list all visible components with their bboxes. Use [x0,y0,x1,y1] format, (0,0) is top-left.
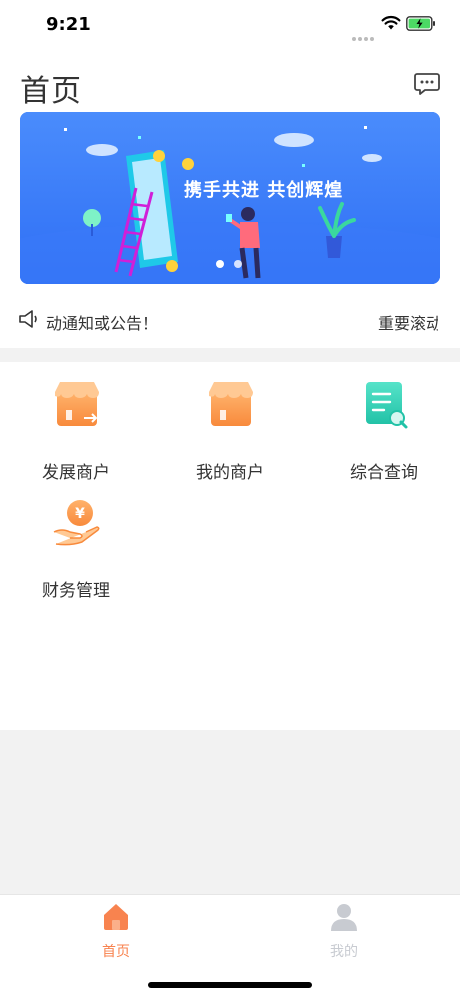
home-indicator[interactable] [148,982,312,988]
menu-label: 发展商户 [42,463,110,483]
document-search-icon [366,382,408,429]
menu-label: 我的商户 [196,463,264,483]
notice-text-secondary: 重要滚动 [378,314,438,333]
banner-slogan: 携手共进 共创辉煌 [184,180,344,201]
page-title: 首页 [20,74,82,109]
menu-label: 综合查询 [350,463,418,483]
promo-banner[interactable]: 携手共进 共创辉煌 [20,112,440,284]
tab-home[interactable]: 首页 [56,901,176,961]
notice-text: 动通知或公告！ [46,314,159,333]
status-bar: 9:21 [0,0,460,50]
menu-my-merchant[interactable]: 我的商户 [160,380,300,490]
speaker-icon [19,310,37,328]
carousel-dot-1[interactable] [216,260,224,268]
menu-develop-merchant[interactable]: 发展商户 [6,380,146,490]
battery-charging-icon [406,16,435,31]
tab-label: 我的 [330,944,358,960]
svg-text:¥: ¥ [75,506,85,522]
home-icon [104,904,128,930]
empty-area [0,730,460,894]
menu-comprehensive-query[interactable]: 综合查询 [314,380,454,490]
finance-yuan-icon: ¥ [53,500,100,546]
status-time: 9:21 [46,14,91,35]
section-divider [0,348,460,362]
chat-bubble-icon[interactable] [414,72,440,96]
menu-label: 财务管理 [42,581,110,601]
user-icon [331,904,357,931]
carousel-dot-2[interactable] [234,260,242,268]
signal-dots-icon [352,26,376,41]
wifi-icon [381,15,401,30]
store-arrow-icon [55,382,99,426]
store-icon [209,382,253,426]
notice-bar[interactable]: 动通知或公告！ 重要滚动 [0,296,460,344]
menu-finance-management[interactable]: ¥ 财务管理 [6,498,146,608]
tab-label: 首页 [102,944,130,960]
tab-mine[interactable]: 我的 [284,901,404,961]
tab-bar: 首页 我的 [0,894,460,997]
